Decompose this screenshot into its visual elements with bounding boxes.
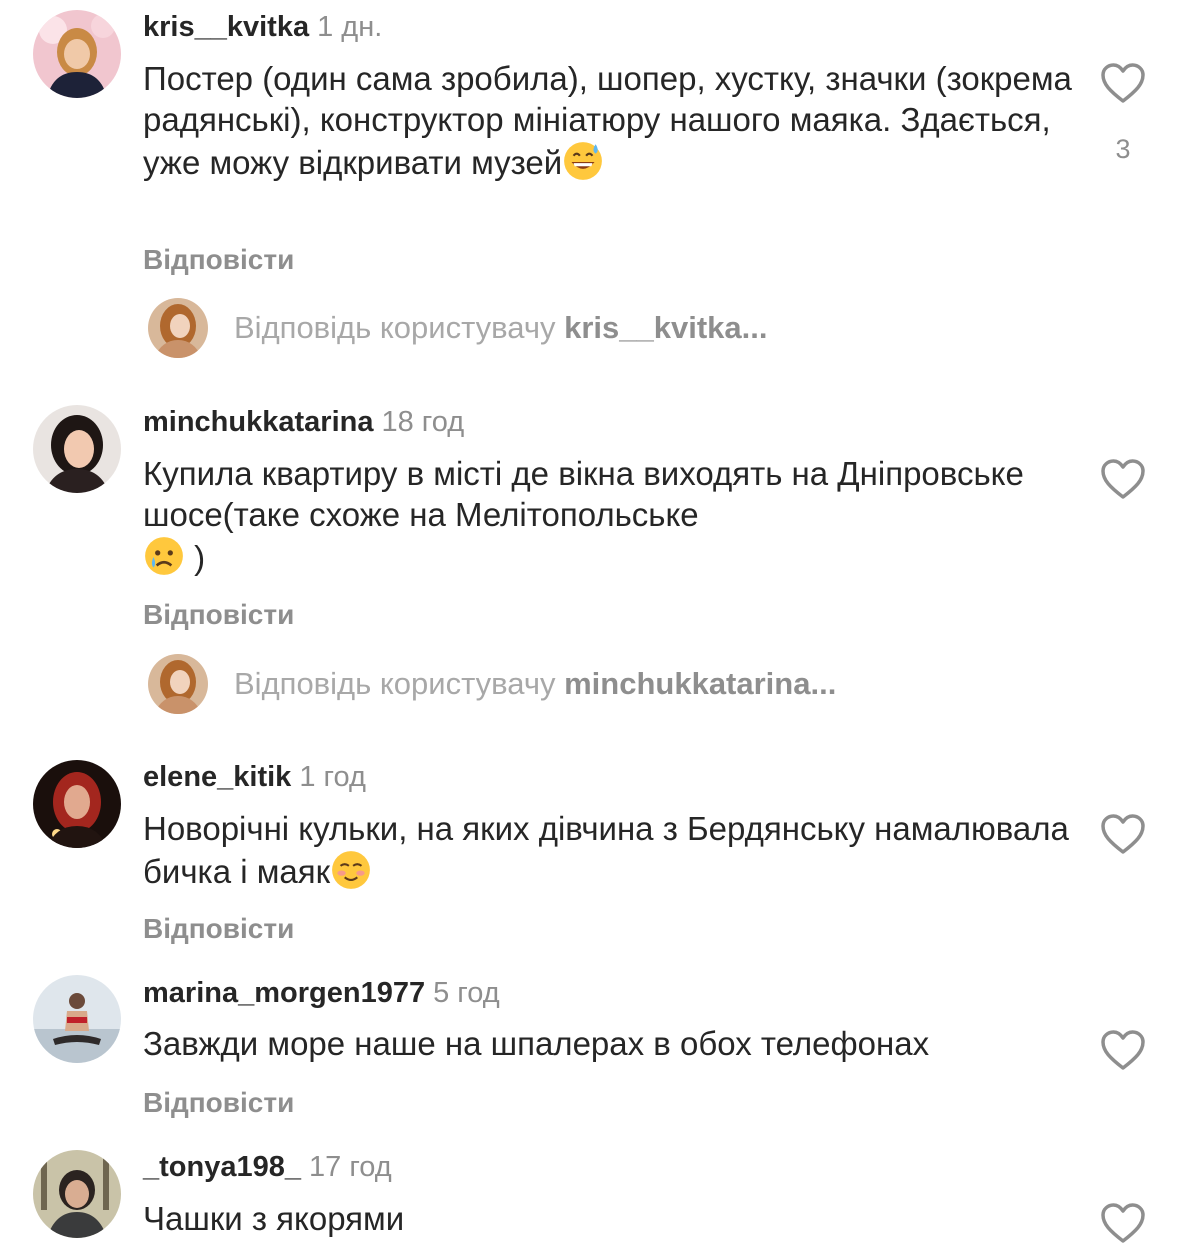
reply-input[interactable]: Відповідь користувачу minchukkatarina... — [234, 666, 836, 702]
timestamp: 18 год — [381, 406, 465, 438]
comment-text: Чашки з якорями — [143, 1198, 1073, 1239]
like-heart-icon[interactable] — [1100, 1202, 1146, 1244]
grinning-sweat-emoji — [564, 142, 603, 180]
comment-body: Новорічні кульки, на яких дівчина з Берд… — [143, 810, 1069, 890]
comment-text: Купила квартиру в місті де вікна виходят… — [143, 453, 1073, 578]
comment-body: Чашки з якорями — [143, 1200, 405, 1237]
comment-text: Постер (один сама зробила), шопер, хустк… — [143, 58, 1073, 183]
reply-prompt: Відповідь користувачу — [234, 310, 556, 345]
like-heart-icon[interactable] — [1100, 1029, 1146, 1071]
username[interactable]: marina_morgen1977 — [143, 977, 425, 1009]
avatar[interactable] — [33, 405, 121, 493]
smiling-face-emoji — [332, 851, 370, 889]
comments-list: kris__kvitka 1 дн. Постер (один сама зроб… — [0, 0, 1200, 1257]
avatar[interactable] — [33, 1150, 121, 1238]
comment-body: Купила квартиру в місті де вікна виходят… — [143, 455, 1024, 533]
reply-button[interactable]: Відповісти — [143, 1086, 294, 1120]
avatar[interactable] — [33, 10, 121, 98]
reply-prompt: Відповідь користувачу — [234, 666, 556, 701]
reply-button[interactable]: Відповісти — [143, 243, 294, 277]
username[interactable]: elene_kitik — [143, 761, 291, 793]
like-heart-icon[interactable] — [1100, 458, 1146, 500]
reply-target: kris__kvitka... — [564, 310, 768, 345]
current-user-avatar — [148, 654, 208, 714]
reply-input[interactable]: Відповідь користувачу kris__kvitka... — [234, 310, 768, 346]
timestamp: 5 год — [433, 977, 500, 1009]
avatar[interactable] — [33, 760, 121, 848]
timestamp: 1 год — [299, 761, 366, 793]
comment-meta: minchukkatarina 18 год — [143, 405, 464, 439]
comment-body: Постер (один сама зробила), шопер, хустк… — [143, 60, 1072, 181]
username[interactable]: minchukkatarina — [143, 406, 373, 438]
username[interactable]: _tonya198_ — [143, 1151, 301, 1183]
like-heart-icon[interactable] — [1100, 62, 1146, 104]
comment-meta: _tonya198_ 17 год — [143, 1150, 392, 1184]
crying-face-emoji — [145, 537, 183, 575]
username[interactable]: kris__kvitka — [143, 11, 309, 43]
comment-body-tail: ) — [194, 539, 206, 576]
avatar[interactable] — [33, 975, 121, 1063]
reply-target: minchukkatarina... — [564, 666, 837, 701]
comment-text: Завжди море наше на шпалерах в обох теле… — [143, 1023, 1073, 1064]
comment-body: Завжди море наше на шпалерах в обох теле… — [143, 1025, 930, 1062]
comment-meta: elene_kitik 1 год — [143, 760, 366, 794]
timestamp: 17 год — [309, 1151, 392, 1183]
reply-button[interactable]: Відповісти — [143, 912, 294, 946]
current-user-avatar — [148, 298, 208, 358]
comment-meta: kris__kvitka 1 дн. — [143, 10, 382, 44]
like-count: 3 — [1115, 134, 1131, 164]
comment-text: Новорічні кульки, на яких дівчина з Берд… — [143, 808, 1073, 892]
comment-meta: marina_morgen1977 5 год — [143, 976, 500, 1010]
timestamp: 1 дн. — [317, 11, 383, 43]
reply-button[interactable]: Відповісти — [143, 598, 294, 632]
like-heart-icon[interactable] — [1100, 813, 1146, 855]
